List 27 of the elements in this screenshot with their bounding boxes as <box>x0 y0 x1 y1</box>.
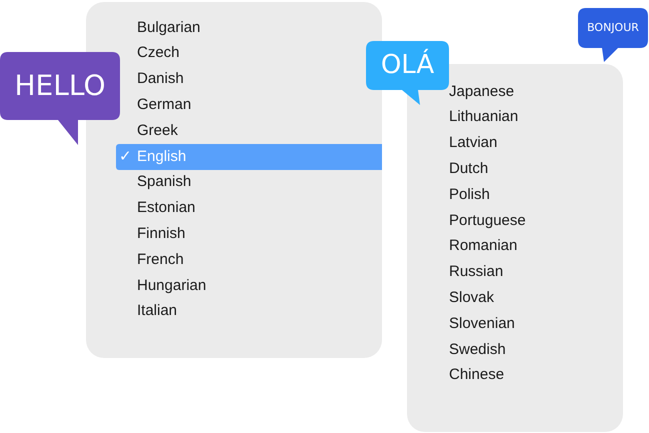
menu-item[interactable]: Russian <box>449 260 504 286</box>
menu-item[interactable]: French <box>137 247 184 273</box>
menu-item[interactable]: Slovenian <box>449 311 515 337</box>
menu-item[interactable]: Italian <box>137 298 178 325</box>
greeting-text: BONJOUR <box>587 20 639 36</box>
menu-item[interactable]: German <box>137 92 192 118</box>
menu-item[interactable]: Dutch <box>449 156 488 182</box>
menu-item[interactable]: Japanese <box>449 79 514 105</box>
menu-item[interactable]: Polish <box>449 182 490 208</box>
menu-item[interactable]: Latvian <box>449 130 498 156</box>
menu-item[interactable]: Hungarian <box>137 272 206 299</box>
checkmark-icon: ✓ <box>119 146 132 168</box>
menu-item[interactable]: Danish <box>137 66 184 92</box>
menu-item[interactable]: Estonian <box>137 196 196 222</box>
menu-item[interactable]: Portuguese <box>449 208 526 234</box>
menu-item[interactable]: Czech <box>137 40 180 67</box>
menu-item[interactable]: Swedish <box>449 336 506 363</box>
menu-item[interactable]: Greek <box>137 118 178 144</box>
menu-item[interactable]: Lithuanian <box>449 104 518 131</box>
menu-item[interactable]: Finnish <box>137 221 186 248</box>
greeting-text: HELLO <box>14 68 106 104</box>
menu-item[interactable]: Spanish <box>137 170 192 196</box>
menu-item[interactable]: Slovak <box>449 285 494 312</box>
menu-item[interactable]: Chinese <box>449 362 504 389</box>
menu-item[interactable]: Bulgarian <box>137 15 200 41</box>
menu-item[interactable]: Romanian <box>449 234 518 260</box>
greeting-text: OLÁ <box>380 48 434 82</box>
